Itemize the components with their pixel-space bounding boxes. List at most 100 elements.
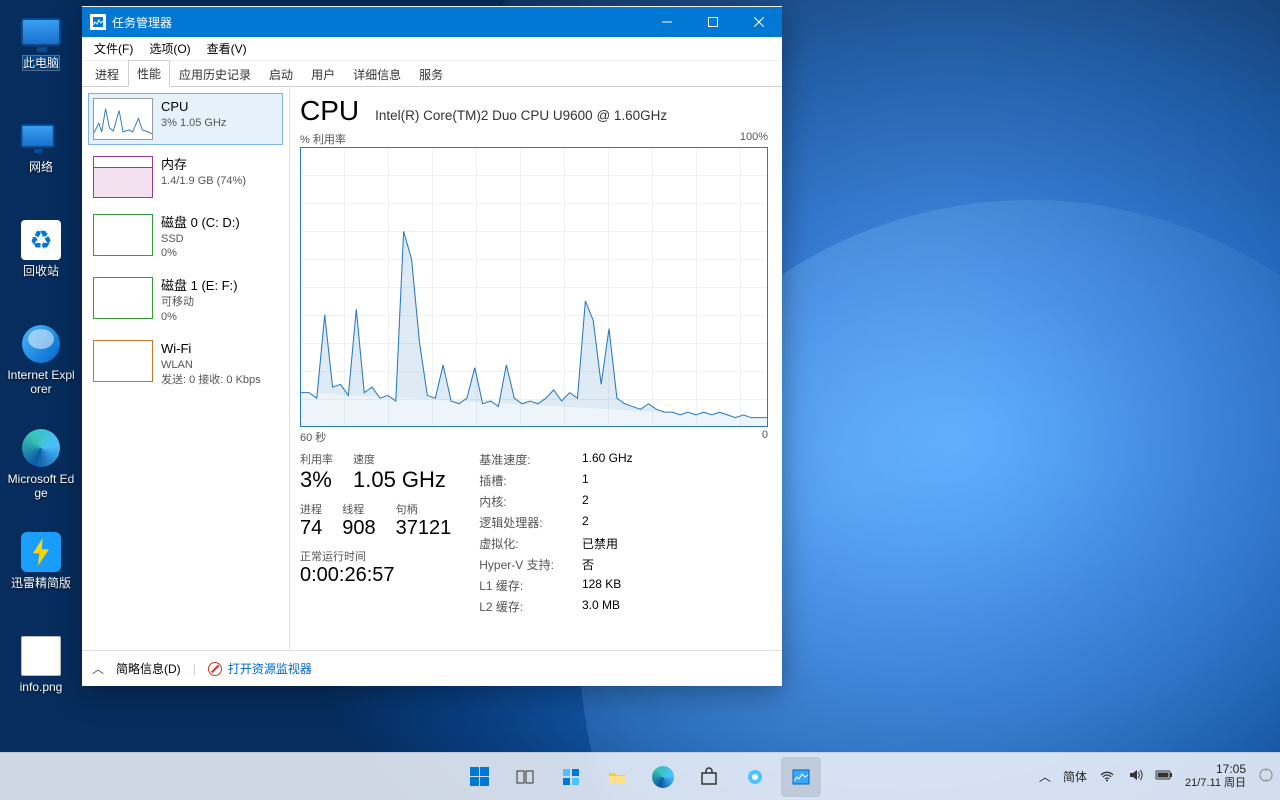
desktop-icon-label: 此电脑 <box>23 56 59 70</box>
task-manager-taskbar-button[interactable] <box>781 757 821 797</box>
uptime-label: 正常运行时间 <box>300 548 451 564</box>
battery-icon[interactable] <box>1155 769 1173 784</box>
sidebar-cpu-title: CPU <box>161 98 226 116</box>
sidebar-item-disk0[interactable]: 磁盘 0 (C: D:)SSD0% <box>88 209 283 266</box>
file-explorer-button[interactable] <box>597 757 637 797</box>
system-tray: ︿ 简体 17:05 21/7.11 周日 <box>1039 763 1274 789</box>
clock-time: 17:05 <box>1185 763 1246 777</box>
sidebar-wifi-sub2: 发送: 0 接收: 0 Kbps <box>161 373 261 388</box>
detail-key: L1 缓存: <box>479 577 554 594</box>
desktop-icon-ie[interactable]: Internet Explorer <box>6 318 76 414</box>
chart-ylabel: % 利用率 <box>300 131 346 147</box>
hnd-label: 句柄 <box>396 501 452 517</box>
fewer-details[interactable]: 简略信息(D) <box>116 660 181 677</box>
sidebar-disk1-sub2: 0% <box>161 310 238 325</box>
util-label: 利用率 <box>300 451 333 467</box>
speed-label: 速度 <box>353 451 446 467</box>
detail-key: 插槽: <box>479 472 554 489</box>
start-button[interactable] <box>459 757 499 797</box>
detail-value: 已禁用 <box>582 535 633 552</box>
util-value: 3% <box>300 467 333 493</box>
edge-taskbar-button[interactable] <box>643 757 683 797</box>
tab-users[interactable]: 用户 <box>302 61 344 87</box>
resmon-label: 打开资源监视器 <box>228 660 312 677</box>
detail-key: 虚拟化: <box>479 535 554 552</box>
network-icon <box>19 114 63 158</box>
sidebar-mem-sub: 1.4/1.9 GB (74%) <box>161 174 246 189</box>
wifi-icon[interactable] <box>1099 767 1115 786</box>
sidebar-item-memory[interactable]: 内存1.4/1.9 GB (74%) <box>88 151 283 203</box>
cpu-thumb-icon <box>93 98 153 140</box>
detail-key: 内核: <box>479 493 554 510</box>
desktop-icon-this-pc[interactable]: 此电脑 <box>6 6 76 102</box>
ime-indicator[interactable]: 简体 <box>1063 768 1087 785</box>
tab-details[interactable]: 详细信息 <box>344 61 410 87</box>
task-manager-window: 任务管理器 文件(F) 选项(O) 查看(V) 进程 性能 应用历史记录 启动 … <box>82 6 782 686</box>
menu-view[interactable]: 查看(V) <box>199 37 255 60</box>
tab-startup[interactable]: 启动 <box>260 61 302 87</box>
cpu-chart[interactable] <box>300 147 768 427</box>
memory-thumb-icon <box>93 156 153 198</box>
xunlei-icon <box>19 530 63 574</box>
tab-processes[interactable]: 进程 <box>86 61 128 87</box>
desktop-icon-recycle[interactable]: ♻ 回收站 <box>6 214 76 310</box>
settings-taskbar-button[interactable] <box>735 757 775 797</box>
maximize-button[interactable] <box>690 7 736 37</box>
detail-value: 2 <box>582 493 633 510</box>
ie-icon <box>19 322 63 366</box>
monitor-icon <box>19 10 63 54</box>
widgets-button[interactable] <box>551 757 591 797</box>
sidebar-disk0-sub2: 0% <box>161 246 240 261</box>
clock[interactable]: 17:05 21/7.11 周日 <box>1185 763 1246 789</box>
tray-chevron-up-icon[interactable]: ︿ <box>1039 768 1051 785</box>
tab-app-history[interactable]: 应用历史记录 <box>170 61 260 87</box>
perf-main: CPU Intel(R) Core(TM)2 Duo CPU U9600 @ 1… <box>290 87 782 650</box>
clock-date: 21/7.11 周日 <box>1185 777 1246 790</box>
window-title: 任务管理器 <box>112 14 172 31</box>
thr-label: 线程 <box>342 501 375 517</box>
desktop-icon-network[interactable]: 网络 <box>6 110 76 206</box>
desktop-icon-infopng[interactable]: info.png <box>6 630 76 726</box>
desktop-icon-edge[interactable]: Microsoft Edge <box>6 422 76 518</box>
task-view-button[interactable] <box>505 757 545 797</box>
sidebar-item-disk1[interactable]: 磁盘 1 (E: F:)可移动0% <box>88 272 283 329</box>
desktop-icon-label: 回收站 <box>23 264 59 278</box>
file-icon <box>19 634 63 678</box>
sidebar-item-wifi[interactable]: Wi-FiWLAN发送: 0 接收: 0 Kbps <box>88 335 283 392</box>
perf-sidebar: CPU3% 1.05 GHz 内存1.4/1.9 GB (74%) 磁盘 0 (… <box>82 87 290 650</box>
volume-icon[interactable] <box>1127 767 1143 786</box>
detail-value: 128 KB <box>582 577 633 594</box>
speed-value: 1.05 GHz <box>353 467 446 493</box>
sidebar-disk0-title: 磁盘 0 (C: D:) <box>161 214 240 232</box>
notifications-icon[interactable] <box>1258 767 1274 786</box>
close-button[interactable] <box>736 7 782 37</box>
proc-label: 进程 <box>300 501 322 517</box>
store-button[interactable] <box>689 757 729 797</box>
minimize-button[interactable] <box>644 7 690 37</box>
detail-value: 1 <box>582 472 633 489</box>
detail-key: Hyper-V 支持: <box>479 556 554 573</box>
menu-options[interactable]: 选项(O) <box>141 37 198 60</box>
chart-xright: 0 <box>762 429 768 445</box>
desktop-icons: 此电脑 网络 ♻ 回收站 Internet Explorer Microsoft… <box>6 6 86 734</box>
sidebar-disk1-sub1: 可移动 <box>161 295 238 310</box>
disk-thumb-icon <box>93 214 153 256</box>
detail-value: 1.60 GHz <box>582 451 633 468</box>
tab-services[interactable]: 服务 <box>410 61 452 87</box>
collapse-button[interactable]: ︿ <box>92 660 104 677</box>
wifi-thumb-icon <box>93 340 153 382</box>
sidebar-wifi-title: Wi-Fi <box>161 340 261 358</box>
open-resource-monitor[interactable]: 打开资源监视器 <box>208 660 312 677</box>
sidebar-disk1-title: 磁盘 1 (E: F:) <box>161 277 238 295</box>
tab-performance[interactable]: 性能 <box>128 60 170 87</box>
cpu-details-grid: 基准速度:1.60 GHz插槽:1内核:2逻辑处理器:2虚拟化:已禁用Hyper… <box>479 451 632 615</box>
detail-key: 基准速度: <box>479 451 554 468</box>
sidebar-wifi-sub1: WLAN <box>161 358 261 373</box>
desktop-icon-label: 迅雷精简版 <box>11 576 71 590</box>
desktop-icon-label: 网络 <box>29 160 53 174</box>
page-title: CPU <box>300 95 359 127</box>
sidebar-item-cpu[interactable]: CPU3% 1.05 GHz <box>88 93 283 145</box>
titlebar[interactable]: 任务管理器 <box>82 7 782 37</box>
desktop-icon-xunlei[interactable]: 迅雷精简版 <box>6 526 76 622</box>
menu-file[interactable]: 文件(F) <box>86 37 141 60</box>
